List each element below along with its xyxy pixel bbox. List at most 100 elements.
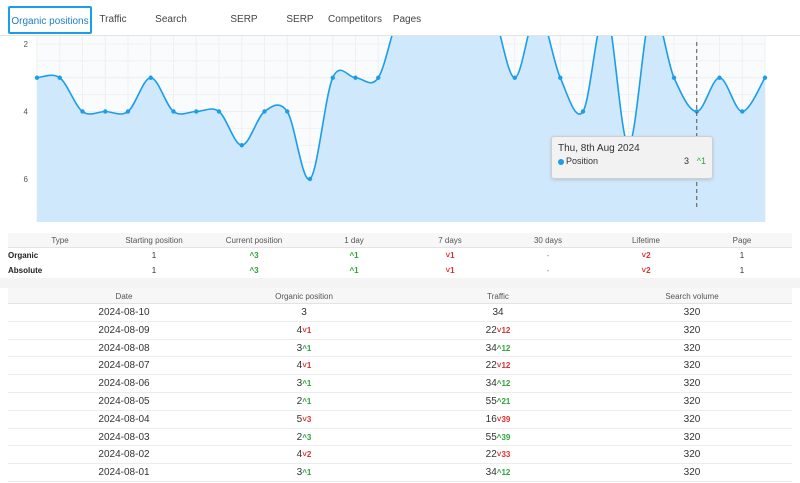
traffic-value: 55 — [485, 431, 497, 443]
search-volume-cell: 320 — [592, 343, 792, 354]
table-row: 2024-08-02 4˅2 22˅33 320 — [8, 446, 792, 465]
organic-position-cell: 4˅1 — [204, 360, 404, 371]
data-point — [57, 75, 62, 80]
data-point — [194, 109, 199, 114]
data-point — [580, 109, 586, 114]
tooltip-date: Thu, 8th Aug 2024 — [558, 143, 640, 154]
summary-table: Type Starting position Current position … — [8, 233, 792, 278]
position-delta: 3 — [306, 432, 312, 442]
section-divider — [0, 278, 800, 288]
col-organic-position: Organic position — [275, 292, 333, 301]
traffic-cell: 22˅33 — [398, 449, 598, 460]
date-value: 2024-08-05 — [98, 395, 150, 407]
search-volume-value: 320 — [683, 342, 701, 354]
data-point — [353, 75, 358, 80]
traffic-value: 34 — [492, 307, 504, 318]
tab-traffic[interactable]: Traffic — [96, 6, 130, 34]
table-row: 2024-08-03 2^3 55^39 320 — [8, 429, 792, 447]
col-30-days: 30 days — [533, 236, 563, 245]
data-point — [512, 75, 517, 80]
summary-cell-page: 1 — [739, 266, 745, 275]
tab-bar: Organic positions Traffic Search volume … — [0, 0, 800, 53]
data-point — [740, 109, 745, 114]
summary-cell-d7: ˅1 — [408, 251, 492, 260]
data-point — [285, 109, 290, 114]
table-row: 2024-08-09 4˅1 22˅12 320 — [8, 322, 792, 340]
data-point — [717, 75, 722, 80]
delta-value: 2 — [646, 251, 651, 260]
date-value: 2024-08-02 — [98, 449, 150, 461]
summary-row: Organic 1 ^3 ^1 ˅1 - ˅2 1 — [8, 248, 792, 263]
tab-serp[interactable]: SERP — [284, 6, 316, 34]
delta-value: 1 — [354, 266, 359, 275]
search-volume-value: 320 — [683, 431, 701, 443]
traffic-delta: 12 — [501, 379, 511, 389]
delta-value: 1 — [450, 251, 455, 260]
summary-row: Absolute 1 ^3 ^1 ˅1 - ˅2 1 — [8, 263, 792, 278]
summary-type-label: Organic — [8, 251, 39, 260]
tab-serp-features[interactable]: SERP features — [212, 6, 276, 53]
tooltip-series-label: Position — [566, 156, 599, 166]
tab-organic-positions[interactable]: Organic positions — [8, 6, 92, 34]
organic-position-cell: 3^1 — [204, 467, 404, 478]
date-value: 2024-08-07 — [98, 360, 150, 372]
traffic-delta: 12 — [501, 325, 511, 335]
tab-pages[interactable]: Pages — [392, 6, 422, 34]
summary-cell-d30: - — [546, 251, 550, 260]
table-row: 2024-08-10 3 34 320 — [8, 304, 792, 322]
traffic-delta: 12 — [501, 468, 511, 478]
organic-position-cell: 3 — [204, 307, 404, 318]
traffic-value: 22 — [485, 449, 497, 461]
tab-competitors[interactable]: Competitors — [324, 6, 386, 34]
search-volume-cell: 320 — [592, 414, 792, 425]
position-chart-svg[interactable]: 2 4 6 — [0, 36, 800, 232]
search-volume-value: 320 — [683, 378, 701, 390]
search-volume-cell: 320 — [592, 432, 792, 443]
summary-cell-start: 1 — [151, 266, 157, 275]
date-value: 2024-08-08 — [98, 342, 150, 354]
summary-cell-start: 1 — [151, 251, 157, 260]
summary-cell-d1: ^1 — [312, 251, 396, 260]
position-chart[interactable]: 2 4 6 Thu, 8th Aug 2024 Position 3 ^1 — [0, 36, 800, 232]
table-row: 2024-08-06 3^1 34^12 320 — [8, 375, 792, 393]
position-delta: 1 — [306, 325, 312, 335]
data-point — [262, 109, 267, 114]
history-header: Date Organic position Traffic Search vol… — [8, 288, 792, 304]
summary-cell-lifetime: ˅2 — [604, 266, 688, 275]
organic-position-cell: 5˅3 — [204, 414, 404, 425]
position-delta: 1 — [306, 468, 312, 478]
tab-search-volume[interactable]: Search volume — [138, 6, 204, 53]
date-value: 2024-08-06 — [98, 378, 150, 390]
delta-value: 2 — [646, 266, 651, 275]
summary-header: Type Starting position Current position … — [8, 233, 792, 248]
search-volume-cell: 320 — [592, 449, 792, 460]
table-row: 2024-08-05 2^1 55^21 320 — [8, 393, 792, 411]
history-table: Date Organic position Traffic Search vol… — [8, 288, 792, 482]
series-dot-icon — [558, 159, 564, 165]
search-volume-value: 320 — [683, 467, 701, 479]
col-1-day: 1 day — [344, 236, 364, 245]
traffic-delta: 39 — [501, 432, 511, 442]
col-starting-position: Starting position — [125, 236, 183, 245]
data-point — [762, 75, 768, 80]
col-7-days: 7 days — [438, 236, 462, 245]
summary-cell-lifetime: ˅2 — [604, 251, 688, 260]
search-volume-cell: 320 — [592, 378, 792, 389]
traffic-value: 22 — [485, 324, 497, 336]
search-volume-cell: 320 — [592, 467, 792, 478]
search-volume-cell: 320 — [592, 307, 792, 318]
table-row: 2024-08-08 3^1 34^12 320 — [8, 340, 792, 358]
table-row: 2024-08-04 5˅3 16˅39 320 — [8, 411, 792, 429]
traffic-value: 34 — [485, 467, 497, 479]
summary-cell-page: 1 — [739, 251, 745, 260]
data-point — [148, 75, 153, 80]
table-row: 2024-08-07 4˅1 22˅12 320 — [8, 357, 792, 376]
data-point — [330, 75, 335, 80]
date-value: 2024-08-10 — [98, 307, 150, 318]
traffic-delta: 12 — [501, 361, 511, 371]
position-delta: 1 — [306, 343, 312, 353]
position-delta: 1 — [306, 361, 312, 371]
col-traffic: Traffic — [487, 292, 509, 301]
traffic-cell: 55^39 — [398, 432, 598, 443]
delta-value: 3 — [254, 251, 259, 260]
